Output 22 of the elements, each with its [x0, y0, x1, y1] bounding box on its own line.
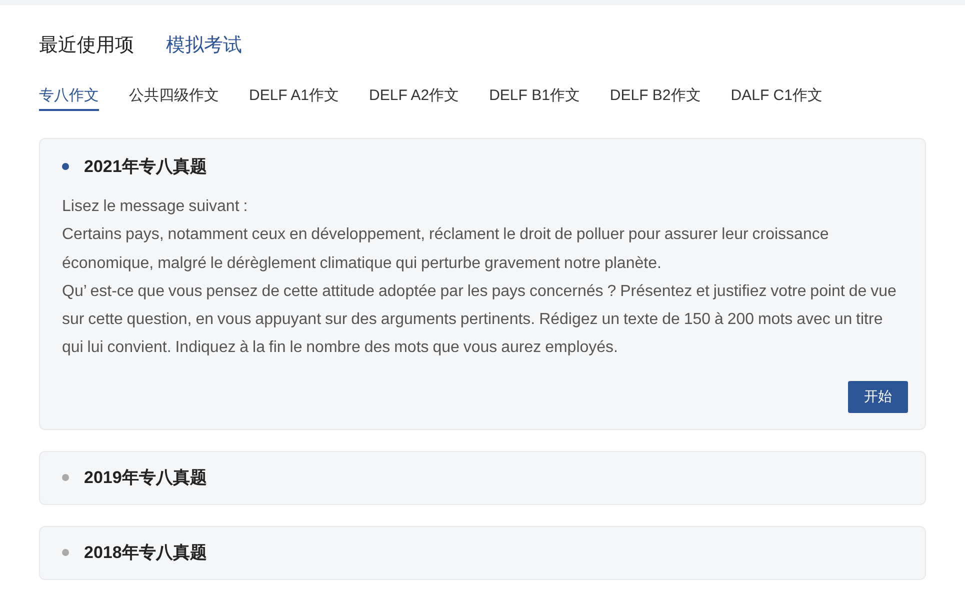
category-tab[interactable]: DELF A1作文	[249, 86, 340, 111]
prompt-text: Qu’ est-ce que vous pensez de cette attitude adoptée par les pays concernés ? Présentez et justifiez votre point de vue sur cette question, en vous appuyant sur des arguments pertinents. Rédigez un texte de 150 à 200 mots avec un titre qui lui convient. Indiquez à la fin le nombre des mots que vous aurez employés.	[62, 282, 898, 358]
exam-card[interactable]	[39, 138, 926, 430]
category-tab[interactable]: DALF C1作文	[730, 86, 822, 111]
category-tab[interactable]: 专八作文	[39, 86, 99, 111]
section-tab[interactable]: 模拟考试	[166, 32, 242, 58]
section-tab[interactable]: 最近使用项	[39, 32, 134, 58]
prompt-text: Certains pays, notamment ceux en développement, réclament le droit de polluer pour assurer leur croissance économique, malgré le dérèglement climatique qui perturbe gravement notre planète.	[62, 225, 830, 274]
bullet-icon	[62, 549, 69, 556]
category-tab[interactable]: DELF B1作文	[489, 86, 580, 111]
prompt-text: Lisez le message suivant :	[62, 197, 249, 217]
bullet-icon	[62, 474, 69, 482]
exam-card[interactable]: 2019年专八真题	[39, 450, 926, 505]
exam-title: 2021年专八真题	[84, 156, 207, 178]
category-tab[interactable]: DELF A2作文	[369, 86, 460, 111]
start-button[interactable]: 开始	[848, 380, 908, 413]
category-tab[interactable]: DELF B2作文	[610, 86, 701, 111]
exam-title: 2019年专八真题	[84, 467, 207, 490]
exam-card[interactable]: 2018年专八真题	[39, 526, 926, 580]
exam-title: 2018年专八真题	[84, 542, 207, 564]
bullet-icon	[62, 162, 69, 170]
category-tab[interactable]: 公共四级作文	[129, 86, 219, 111]
